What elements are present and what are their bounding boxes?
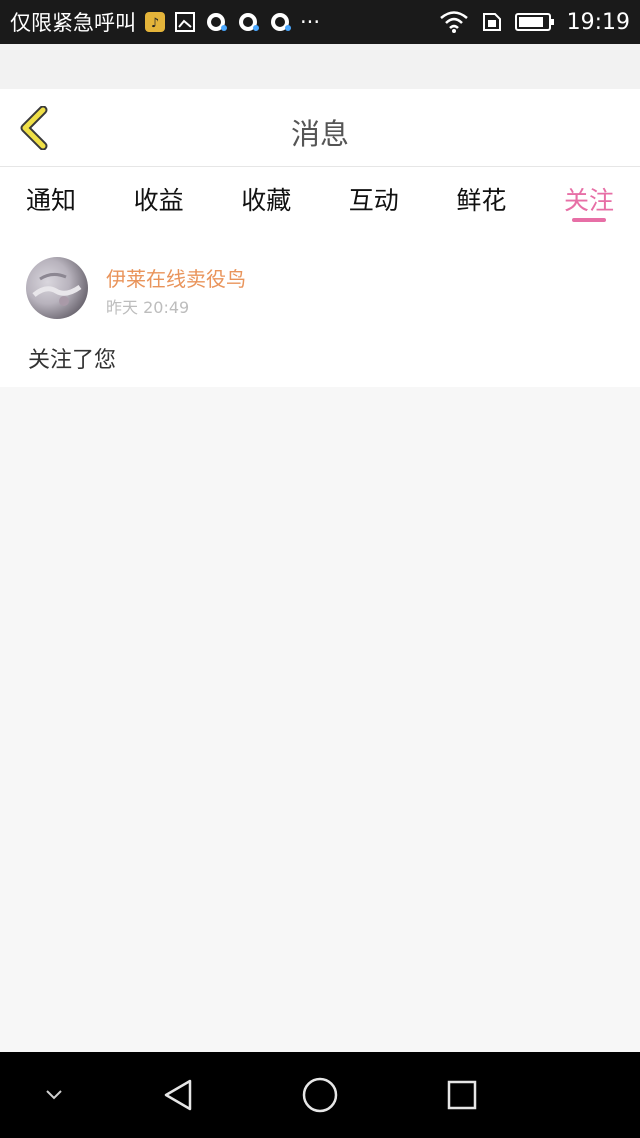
user-name[interactable]: 伊莱在线卖役鸟 <box>106 263 246 292</box>
navigation-bar <box>0 1052 640 1138</box>
status-right: 19:19 <box>439 10 630 35</box>
back-nav-button[interactable] <box>158 1075 198 1115</box>
avatar-image <box>32 272 82 306</box>
page-title: 消息 <box>290 117 349 151</box>
tab-favorites[interactable]: 收藏 <box>241 167 291 227</box>
svg-text:♪: ♪ <box>151 16 159 31</box>
status-left: 仅限紧急呼叫 ♪ ··· <box>10 7 320 37</box>
top-gap <box>0 44 640 89</box>
tab-flowers[interactable]: 鲜花 <box>456 167 506 227</box>
triangle-back-icon <box>164 1079 192 1111</box>
message-text: 关注了您 <box>28 348 117 373</box>
tab-interactions[interactable]: 互动 <box>349 167 399 227</box>
qq-icon-1 <box>204 11 228 33</box>
qq-icon-3 <box>268 11 292 33</box>
wifi-icon <box>439 10 469 34</box>
message-list: 伊莱在线卖役鸟 昨天 20:49 关注了您 <box>0 227 640 387</box>
clock: 19:19 <box>566 9 630 35</box>
hide-nav-button[interactable] <box>34 1075 74 1115</box>
tab-earnings[interactable]: 收益 <box>134 167 184 227</box>
square-recents-icon <box>447 1080 477 1110</box>
tab-notifications[interactable]: 通知 <box>26 167 76 227</box>
message-time: 昨天 20:49 <box>106 298 190 317</box>
chevron-down-icon <box>46 1090 62 1100</box>
status-bar: 仅限紧急呼叫 ♪ ··· 19:19 <box>0 0 640 44</box>
circle-home-icon <box>302 1077 338 1113</box>
carrier-text: 仅限紧急呼叫 <box>10 11 136 35</box>
battery-icon <box>514 12 555 32</box>
recents-nav-button[interactable] <box>442 1075 482 1115</box>
header-bar: 消息 <box>0 89 640 167</box>
gallery-icon <box>174 11 196 33</box>
overflow-dots: ··· <box>300 10 321 34</box>
home-nav-button[interactable] <box>300 1075 340 1115</box>
avatar[interactable] <box>26 257 88 319</box>
sim-card-icon <box>481 11 503 33</box>
tab-follows[interactable]: 关注 <box>564 167 614 227</box>
tab-bar: 通知 收益 收藏 互动 鲜花 关注 <box>0 167 640 227</box>
qq-icon-2 <box>236 11 260 33</box>
music-app-icon: ♪ <box>144 11 166 33</box>
